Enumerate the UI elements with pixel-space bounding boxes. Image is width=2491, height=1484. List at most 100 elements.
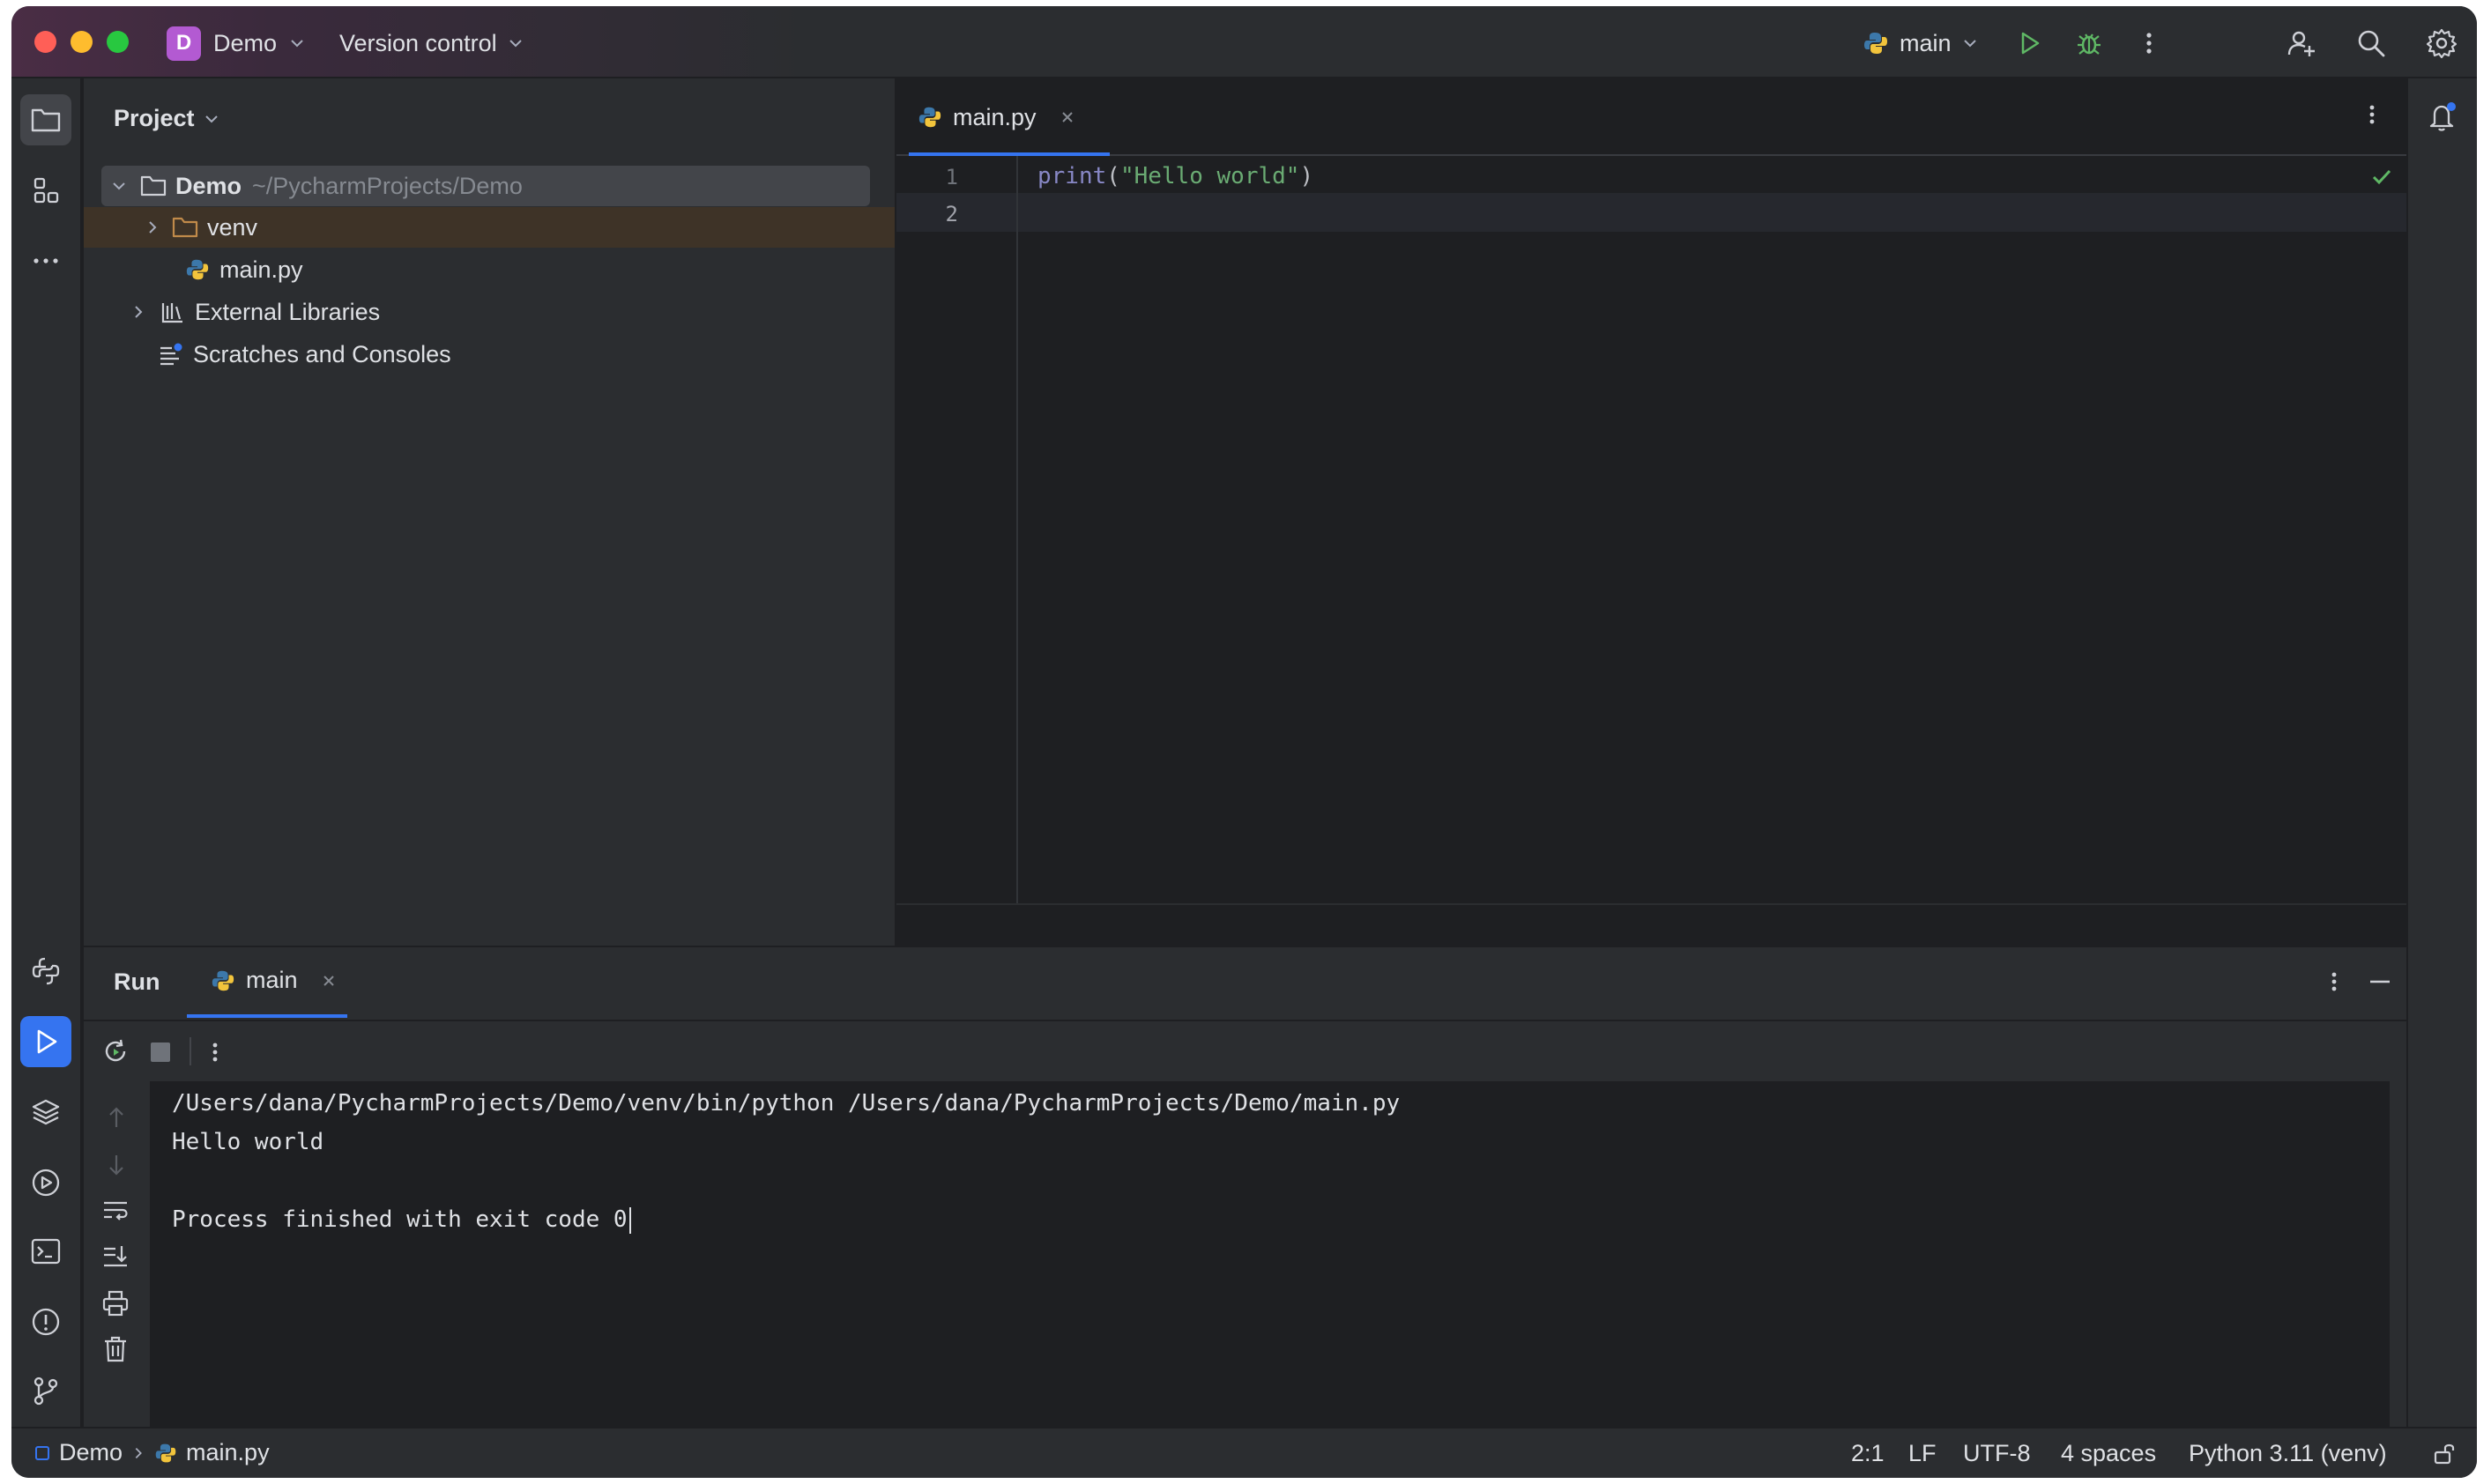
problems-tool-button[interactable] [20, 1296, 71, 1347]
run-toolbar-more-button[interactable] [202, 1039, 228, 1065]
code-editor[interactable]: 1 2 print("Hello world") [896, 156, 2406, 903]
file-encoding[interactable]: UTF-8 [1963, 1440, 2031, 1467]
structure-tool-button[interactable] [20, 165, 71, 216]
debug-button[interactable] [2071, 26, 2107, 61]
editor-tabs-menu-button[interactable] [2359, 101, 2385, 128]
gear-icon [2427, 28, 2457, 58]
zoom-window-button[interactable] [107, 31, 129, 53]
bell-icon [2427, 100, 2458, 132]
minimize-window-button[interactable] [71, 31, 93, 53]
python-icon [1863, 30, 1889, 56]
minimize-icon [2367, 968, 2393, 995]
project-panel-title: Project [114, 105, 195, 131]
search-everywhere-button[interactable] [2353, 26, 2389, 61]
arrow-up-icon [103, 1104, 130, 1131]
tree-node-venv[interactable]: venv [84, 207, 895, 248]
editor-horizontal-scrollbar[interactable] [896, 903, 2406, 946]
notifications-button[interactable] [2417, 91, 2468, 142]
indent-setting[interactable]: 4 spaces [2061, 1440, 2156, 1467]
line-number: 2 [945, 202, 958, 226]
scratches-label: Scratches and Consoles [193, 340, 451, 367]
run-console-output[interactable]: /Users/dana/PycharmProjects/Demo/venv/bi… [151, 1081, 2390, 1428]
library-icon [158, 297, 188, 327]
run-tab-main[interactable]: main [211, 967, 337, 994]
python-file-icon [154, 1442, 177, 1465]
soft-wrap-button[interactable] [101, 1198, 130, 1224]
tree-node-scratches[interactable]: Scratches and Consoles [101, 334, 870, 375]
venv-folder-label: venv [207, 213, 258, 241]
stop-icon [149, 1041, 172, 1064]
project-switcher[interactable]: D Demo [167, 26, 305, 61]
layers-tool-button[interactable] [20, 1087, 71, 1138]
project-tool-button[interactable] [20, 94, 71, 145]
active-tab-indicator [187, 1014, 347, 1018]
git-tool-button[interactable] [20, 1365, 71, 1416]
clear-all-button[interactable] [102, 1335, 129, 1363]
code-with-me-button[interactable] [2284, 26, 2319, 61]
version-control-menu[interactable]: Version control [339, 26, 524, 61]
play-icon [32, 1028, 60, 1056]
main-py-label: main.py [219, 256, 303, 283]
terminal-tool-button[interactable] [20, 1226, 71, 1277]
line-separator[interactable]: LF [1908, 1440, 1937, 1467]
structure-icon [32, 176, 60, 204]
close-icon[interactable] [1060, 109, 1075, 125]
rerun-button[interactable] [101, 1037, 130, 1065]
soft-wrap-icon [101, 1198, 130, 1224]
hide-panel-button[interactable] [2367, 968, 2393, 995]
folder-icon [30, 106, 62, 134]
tree-node-external-libraries[interactable]: External Libraries [101, 292, 870, 332]
services-icon [31, 1168, 61, 1198]
console-vertical-scrollbar[interactable] [2390, 1081, 2406, 1428]
run-configuration-selector[interactable]: main [1863, 26, 1978, 61]
python-interpreter[interactable]: Python 3.11 (venv) [2189, 1440, 2387, 1467]
tree-node-project-root[interactable]: Demo ~/PycharmProjects/Demo [101, 166, 870, 206]
version-control-label: Version control [339, 29, 497, 56]
more-actions-button[interactable] [2131, 26, 2167, 61]
print-button[interactable] [101, 1289, 130, 1317]
title-bar: D Demo Version control main [11, 6, 2477, 78]
settings-button[interactable] [2424, 26, 2459, 61]
services-tool-button[interactable] [20, 1157, 71, 1208]
tree-node-main-py[interactable]: main.py [101, 249, 870, 290]
run-tool-button[interactable] [20, 1016, 71, 1067]
module-icon [34, 1445, 50, 1461]
code-line-1[interactable]: print("Hello world") [1037, 163, 1313, 189]
close-icon[interactable] [321, 973, 337, 989]
project-badge: D [167, 26, 201, 61]
console-side-toolbar [84, 1081, 151, 1428]
chevron-down-icon [204, 111, 219, 127]
text-cursor [628, 1206, 631, 1234]
scroll-up-button[interactable] [103, 1104, 130, 1131]
chevron-right-icon[interactable] [126, 300, 151, 324]
file-lock-toggle[interactable] [2432, 1441, 2457, 1465]
breadcrumb-project[interactable]: Demo [59, 1439, 123, 1466]
more-tool-windows-button[interactable] [20, 235, 71, 286]
project-panel-header[interactable]: Project [114, 105, 219, 132]
python-file-icon [182, 255, 212, 285]
stop-button[interactable] [149, 1041, 172, 1064]
python-file-icon [918, 105, 942, 130]
caret-position[interactable]: 2:1 [1851, 1440, 1885, 1467]
run-button[interactable] [2011, 26, 2047, 61]
more-vertical-icon [2136, 30, 2162, 56]
scratches-icon [156, 339, 186, 369]
breadcrumb-file[interactable]: main.py [186, 1439, 270, 1466]
status-bar: Demo main.py 2:1 LF UTF-8 4 spaces Pytho… [11, 1427, 2477, 1478]
close-window-button[interactable] [34, 31, 56, 53]
chevron-right-icon[interactable] [140, 215, 165, 240]
scroll-to-end-button[interactable] [101, 1243, 130, 1270]
chevron-down-icon[interactable] [107, 174, 131, 198]
checkmark-icon [2369, 165, 2394, 189]
run-config-name: main [1900, 29, 1952, 56]
inspection-ok-indicator[interactable] [2369, 165, 2394, 189]
editor-tab-main-py[interactable]: main.py [918, 78, 1075, 156]
code-token-paren: ( [1106, 163, 1120, 189]
run-panel-options-button[interactable] [2321, 968, 2347, 995]
git-branch-icon [31, 1376, 61, 1406]
console-exit-line: Process finished with exit code 0 [172, 1206, 631, 1234]
python-packages-tool-button[interactable] [20, 946, 71, 997]
project-root-path: ~/PycharmProjects/Demo [252, 172, 523, 199]
scroll-down-button[interactable] [103, 1152, 130, 1178]
print-icon [101, 1289, 130, 1317]
